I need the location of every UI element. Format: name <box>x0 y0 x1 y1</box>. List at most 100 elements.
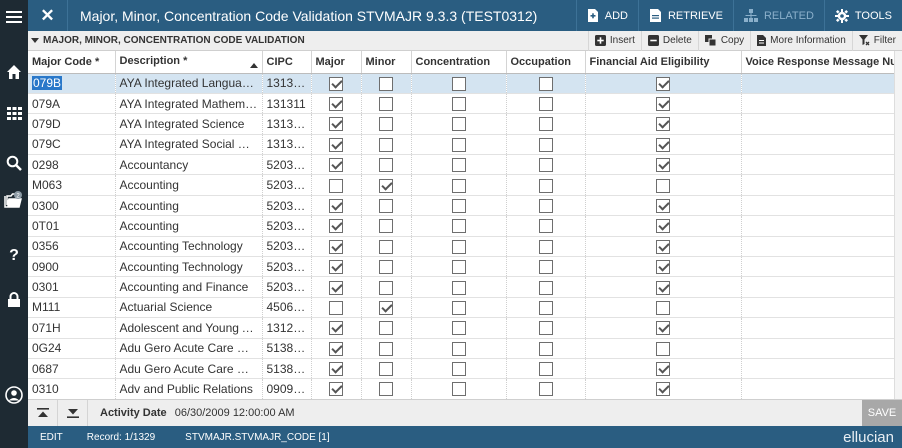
cell-voice-response-message-num[interactable] <box>741 378 902 399</box>
minor-checkbox[interactable] <box>379 158 393 173</box>
major-checkbox[interactable] <box>329 321 343 336</box>
cell-description[interactable]: Accounting <box>115 174 263 196</box>
major-checkbox[interactable] <box>329 219 343 234</box>
occupation-checkbox[interactable] <box>538 117 553 132</box>
col-header-cipc[interactable]: CIPC <box>262 51 312 74</box>
cell-cipc[interactable]: 131205 <box>262 317 312 339</box>
table-row[interactable]: 0G24 Adu Gero Acute Care Nu… 513805 <box>28 338 902 359</box>
cell-cipc[interactable]: 520304 <box>262 276 312 298</box>
major-checkbox[interactable] <box>329 97 343 111</box>
cell-cipc[interactable]: 090903 <box>262 378 312 399</box>
cell-description[interactable]: Actuarial Science <box>115 297 263 319</box>
related-button[interactable]: RELATED <box>732 0 824 31</box>
table-row[interactable]: 0687 Adu Gero Acute Care Nu… 513814 <box>28 358 902 380</box>
table-row[interactable]: 079A AYA Integrated Mathema… 131311 <box>28 93 902 115</box>
minor-checkbox[interactable] <box>379 362 393 377</box>
concentration-checkbox[interactable] <box>451 239 466 254</box>
table-row[interactable]: 0298 Accountancy 520301 <box>28 154 902 176</box>
concentration-checkbox[interactable] <box>451 280 466 295</box>
table-row[interactable]: 071H Adolescent and Young A… 131205 <box>28 317 902 339</box>
cell-cipc[interactable]: 520301 <box>262 195 312 217</box>
cell-major-code[interactable]: M111 <box>28 297 116 319</box>
major-checkbox[interactable] <box>329 76 343 91</box>
home-icon[interactable] <box>0 52 28 92</box>
cell-voice-response-message-num[interactable] <box>741 154 902 176</box>
major-checkbox[interactable] <box>329 178 343 193</box>
save-button[interactable]: SAVE <box>862 399 902 427</box>
financial-aid-eligibility-checkbox[interactable] <box>656 239 670 254</box>
minor-checkbox[interactable] <box>379 117 393 132</box>
occupation-checkbox[interactable] <box>538 97 553 111</box>
help-icon[interactable]: ? <box>0 234 28 274</box>
col-header-concentration[interactable]: Concentration <box>411 51 507 74</box>
cell-voice-response-message-num[interactable] <box>741 195 902 217</box>
cell-cipc[interactable]: 450601 <box>262 297 312 319</box>
occupation-checkbox[interactable] <box>538 362 553 377</box>
cell-description[interactable]: AYA Integrated Mathema… <box>115 93 263 115</box>
occupation-checkbox[interactable] <box>538 219 553 234</box>
financial-aid-eligibility-checkbox[interactable] <box>656 280 670 295</box>
major-checkbox[interactable] <box>329 137 343 152</box>
cell-description[interactable]: AYA Integrated Social St… <box>115 134 263 156</box>
financial-aid-eligibility-checkbox[interactable] <box>656 300 670 315</box>
cell-description[interactable]: Accounting <box>115 195 263 217</box>
cell-voice-response-message-num[interactable] <box>741 236 902 258</box>
financial-aid-eligibility-checkbox[interactable] <box>656 219 670 234</box>
minor-checkbox[interactable] <box>379 219 393 234</box>
cell-description[interactable]: Accounting Technology <box>115 256 263 278</box>
occupation-checkbox[interactable] <box>538 239 553 254</box>
occupation-checkbox[interactable] <box>538 76 553 91</box>
minor-checkbox[interactable] <box>379 198 393 213</box>
cell-description[interactable]: Adu Gero Acute Care Nu… <box>115 338 263 359</box>
cell-cipc[interactable]: 131318 <box>262 134 312 156</box>
minor-checkbox[interactable] <box>379 341 393 356</box>
grid-icon[interactable] <box>0 93 28 133</box>
cell-voice-response-message-num[interactable] <box>741 256 902 278</box>
concentration-checkbox[interactable] <box>451 178 466 193</box>
cell-description[interactable]: Accountancy <box>115 154 263 176</box>
minor-checkbox[interactable] <box>379 300 393 315</box>
cell-description[interactable]: AYA Integrated Languag… <box>115 73 263 94</box>
major-checkbox[interactable] <box>329 280 343 295</box>
minor-checkbox[interactable] <box>379 97 393 111</box>
retrieve-button[interactable]: RETRIEVE <box>637 0 733 31</box>
cell-major-code[interactable]: 079C <box>28 134 116 156</box>
major-checkbox[interactable] <box>329 239 343 254</box>
cell-major-code[interactable]: M063 <box>28 174 116 196</box>
cell-major-code[interactable]: 0900 <box>28 256 116 278</box>
financial-aid-eligibility-checkbox[interactable] <box>656 198 670 213</box>
col-header-financial-aid-eligibility[interactable]: Financial Aid Eligibility <box>585 51 742 74</box>
table-row[interactable]: 0356 Accounting Technology 520301 <box>28 236 902 258</box>
cell-description[interactable]: Adv and Public Relations <box>115 378 263 399</box>
tools-button[interactable]: TOOLS <box>823 0 902 31</box>
occupation-checkbox[interactable] <box>538 137 553 152</box>
concentration-checkbox[interactable] <box>451 76 466 91</box>
cell-voice-response-message-num[interactable] <box>741 73 902 94</box>
concentration-checkbox[interactable] <box>451 300 466 315</box>
table-row[interactable]: 0300 Accounting 520301 <box>28 195 902 217</box>
financial-aid-eligibility-checkbox[interactable] <box>656 260 670 275</box>
cell-major-code[interactable]: 0687 <box>28 358 116 380</box>
concentration-checkbox[interactable] <box>451 321 466 336</box>
major-checkbox[interactable] <box>329 362 343 377</box>
col-header-description[interactable]: Description * <box>115 51 263 74</box>
cell-voice-response-message-num[interactable] <box>741 134 902 156</box>
delete-button[interactable]: Delete <box>640 30 698 51</box>
concentration-checkbox[interactable] <box>451 260 466 275</box>
financial-aid-eligibility-checkbox[interactable] <box>656 382 670 397</box>
cell-major-code[interactable]: 079B <box>28 73 116 94</box>
filter-button[interactable]: Filter <box>851 30 902 51</box>
table-row[interactable]: M063 Accounting 520301 <box>28 174 902 196</box>
cell-major-code[interactable]: 0300 <box>28 195 116 217</box>
concentration-checkbox[interactable] <box>451 362 466 377</box>
occupation-checkbox[interactable] <box>538 341 553 356</box>
occupation-checkbox[interactable] <box>538 300 553 315</box>
cell-cipc[interactable]: 131316 <box>262 113 312 135</box>
occupation-checkbox[interactable] <box>538 198 553 213</box>
col-header-voice-response-message-num[interactable]: Voice Response Message Num <box>741 51 902 74</box>
cell-cipc[interactable]: 513814 <box>262 358 312 380</box>
table-row[interactable]: 079D AYA Integrated Science 131316 <box>28 113 902 135</box>
table-row[interactable]: M111 Actuarial Science 450601 <box>28 297 902 319</box>
financial-aid-eligibility-checkbox[interactable] <box>656 137 670 152</box>
col-header-major[interactable]: Major <box>311 51 362 74</box>
